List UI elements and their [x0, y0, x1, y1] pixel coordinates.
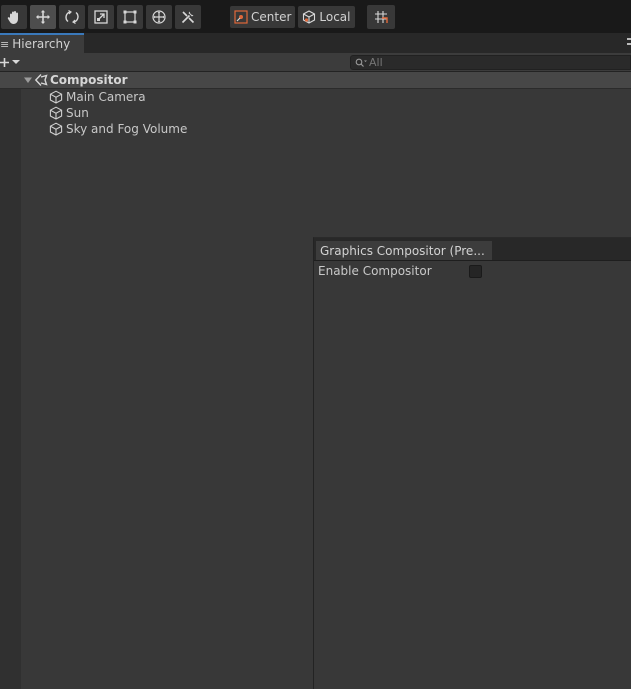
grid-snap-icon — [375, 11, 388, 23]
tab-graphics-compositor[interactable]: Graphics Compositor (Pre... — [316, 241, 492, 260]
pivot-rotation-label: Local — [319, 10, 351, 24]
compositor-tabbar: Graphics Compositor (Pre... — [314, 238, 631, 261]
pivot-center-icon — [234, 10, 248, 24]
more-options-icon[interactable] — [627, 36, 631, 48]
pivot-group: Center Local — [230, 6, 355, 30]
transform-tool-group — [1, 5, 201, 29]
rect-transform-icon — [123, 10, 137, 24]
graphics-compositor-window: Graphics Compositor (Pre... Enable Compo… — [313, 237, 631, 689]
transform-icon — [152, 10, 166, 24]
list-item-label: Sky and Fog Volume — [66, 122, 188, 136]
snap-group — [367, 5, 395, 29]
rect-tool-button[interactable] — [117, 5, 143, 29]
list-item[interactable]: Sky and Fog Volume — [49, 121, 187, 137]
tools-icon — [181, 11, 195, 24]
move-tool-button[interactable] — [30, 5, 56, 29]
hierarchy-gutter — [0, 72, 21, 689]
pivot-mode-button[interactable]: Center — [230, 6, 296, 28]
transform-tool-button[interactable] — [146, 5, 172, 29]
scale-tool-button[interactable] — [88, 5, 114, 29]
rotate-icon — [65, 9, 79, 25]
hierarchy-tab-label: Hierarchy — [12, 37, 71, 51]
list-item[interactable]: Main Camera — [49, 89, 146, 105]
dropdown-arrow-icon — [12, 60, 20, 64]
rotate-tool-button[interactable] — [59, 5, 85, 29]
scale-icon — [94, 10, 108, 24]
pivot-mode-label: Center — [251, 10, 292, 24]
scene-name: Compositor — [50, 73, 128, 87]
pivot-rotation-button[interactable]: Local — [298, 6, 355, 28]
list-item-label: Sun — [66, 106, 89, 120]
search-input[interactable] — [367, 56, 609, 69]
custom-tool-button[interactable] — [175, 5, 201, 29]
hierarchy-tabbar: ≡ Hierarchy — [0, 33, 631, 54]
gameobject-cube-icon — [49, 106, 63, 120]
enable-compositor-checkbox[interactable] — [469, 265, 482, 278]
gameobject-cube-icon — [49, 122, 63, 136]
enable-compositor-label: Enable Compositor — [318, 264, 432, 278]
foldout-expanded-icon[interactable] — [23, 75, 33, 85]
hierarchy-search[interactable] — [350, 55, 631, 70]
grid-snap-button[interactable] — [367, 5, 395, 29]
gameobject-cube-icon — [49, 90, 63, 104]
local-cube-icon — [303, 10, 316, 24]
list-item-label: Main Camera — [66, 90, 146, 104]
compositor-tab-label: Graphics Compositor (Pre... — [320, 243, 485, 258]
add-object-button[interactable] — [0, 54, 22, 70]
unity-scene-icon — [34, 74, 48, 86]
tab-hierarchy[interactable]: ≡ Hierarchy — [0, 33, 84, 53]
hierarchy-toolbar — [0, 53, 631, 72]
enable-compositor-row: Enable Compositor — [314, 262, 631, 280]
list-item[interactable]: Sun — [49, 105, 89, 121]
plus-icon — [0, 57, 9, 67]
hand-icon — [7, 11, 18, 24]
hierarchy-menu-icon: ≡ — [0, 37, 10, 51]
main-toolbar: Center Local — [0, 0, 631, 33]
scene-header[interactable]: Compositor — [0, 72, 631, 89]
move-arrows-icon — [36, 10, 50, 24]
search-icon — [355, 58, 367, 67]
hand-tool-button[interactable] — [1, 5, 27, 29]
